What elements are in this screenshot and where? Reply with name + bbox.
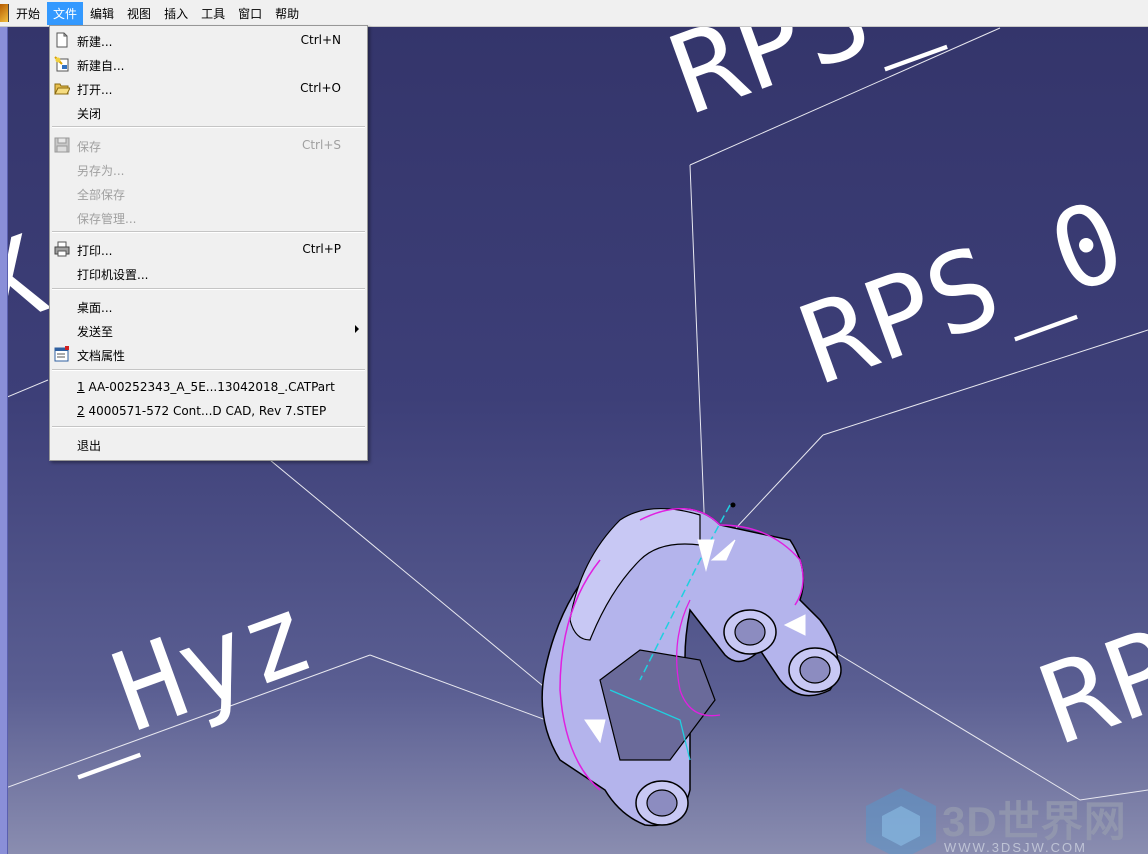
save-disk-icon [54,137,70,153]
menu-item-label: 保存 [77,140,102,154]
recent-file-label: 1 AA-00252343_A_5E...13042018_.CATPart [77,380,335,394]
menu-separator [52,369,365,371]
menu-item-new[interactable]: 新建... Ctrl+N [50,28,367,52]
menu-separator [52,288,365,290]
point-marker [730,502,736,508]
shortcut-label: Ctrl+O [300,81,341,95]
watermark-url: WWW.3DSJW.COM [944,840,1087,854]
menu-item-open[interactable]: 打开... Ctrl+O [50,76,367,100]
menu-item-label: 打印机设置... [77,268,149,282]
menu-item-label: 文档属性 [77,349,126,363]
left-toolbar-edge [0,26,8,854]
menu-view[interactable]: 视图 [121,2,157,25]
menu-item-save-as[interactable]: 另存为... [50,157,367,181]
properties-icon [54,346,69,362]
menu-item-label: 新建... [77,35,113,49]
menu-item-label: 打印... [77,244,113,258]
shortcut-label: Ctrl+S [301,138,341,152]
recent-file-number: 1 [77,380,85,394]
menu-item-send-to[interactable]: 发送至 [50,318,367,342]
menu-item-close[interactable]: 关闭 [50,100,367,124]
menu-help[interactable]: 帮助 [269,2,305,25]
annotation-text-rps-mid: RPS_0 [785,176,1140,410]
submenu-arrow-icon [355,325,359,333]
menu-item-save[interactable]: 保存 Ctrl+S [50,133,367,157]
file-menu-dropdown: 新建... Ctrl+N 新建自... 打开... Ctrl+O 关闭 保存 C… [49,25,368,461]
menu-item-doc-properties[interactable]: 文档属性 [50,342,367,366]
menu-edit[interactable]: 编辑 [84,2,120,25]
menu-item-printer-setup[interactable]: 打印机设置... [50,261,367,285]
recent-file-2[interactable]: 2 4000571-572 Cont...D CAD, Rev 7.STEP [50,399,367,423]
menu-insert[interactable]: 插入 [158,2,194,25]
menu-item-label: 新建自... [77,59,125,73]
menu-item-print[interactable]: 打印... Ctrl+P [50,237,367,261]
menu-item-new-from[interactable]: 新建自... [50,52,367,76]
menu-item-desk[interactable]: 桌面... [50,294,367,318]
shortcut-label: Ctrl+P [302,242,341,256]
annotation-text-hyz: _Hyz [35,569,328,780]
menu-item-label: 发送至 [77,325,114,339]
menu-separator [52,426,365,428]
watermark: 3D世界网 WWW.3DSJW.COM [862,784,1132,854]
open-folder-icon [54,83,70,95]
printer-icon [54,241,70,257]
menu-tools[interactable]: 工具 [195,2,231,25]
menu-item-label: 桌面... [77,301,113,315]
menu-file[interactable]: 文件 [47,1,84,25]
app-icon[interactable] [0,4,9,22]
menu-item-save-management[interactable]: 保存管理... [50,205,367,229]
recent-file-number: 2 [77,404,85,418]
new-from-icon [54,56,69,72]
menu-item-label: 保存管理... [77,212,137,226]
new-document-icon [56,32,68,48]
cad-part[interactable] [541,502,842,827]
annotation-text-rps-top: RPS_ [655,26,948,139]
annotation-text-rp-right: RP [1025,604,1148,770]
menu-item-label: 另存为... [77,164,125,178]
menu-item-label: 关闭 [77,107,102,121]
menu-item-label: 全部保存 [77,188,126,202]
menu-bar: 开始 文件 编辑 视图 插入 工具 窗口 帮助 [0,0,1148,27]
shortcut-label: Ctrl+N [300,33,341,47]
recent-file-1[interactable]: 1 AA-00252343_A_5E...13042018_.CATPart [50,375,367,399]
menu-item-label: 打开... [77,83,113,97]
recent-file-name: 4000571-572 Cont...D CAD, Rev 7.STEP [84,404,327,418]
menu-item-exit[interactable]: 退出 [50,432,367,456]
menu-separator [52,126,365,128]
cube-logo-icon [866,788,936,854]
menu-start[interactable]: 开始 [10,2,46,25]
menu-item-save-all[interactable]: 全部保存 [50,181,367,205]
recent-file-label: 2 4000571-572 Cont...D CAD, Rev 7.STEP [77,404,326,418]
menu-item-label: 退出 [77,439,102,453]
menu-separator [52,231,365,233]
menu-window[interactable]: 窗口 [232,2,268,25]
recent-file-name: AA-00252343_A_5E...13042018_.CATPart [84,380,335,394]
